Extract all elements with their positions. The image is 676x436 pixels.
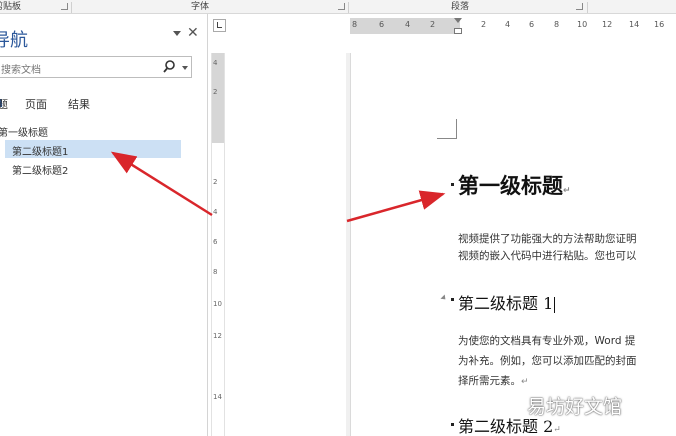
- tab-headings[interactable]: 标题: [0, 96, 8, 112]
- vruler-number: 10: [213, 300, 222, 308]
- hruler-number: 6: [529, 20, 535, 29]
- hruler-number: 10: [577, 20, 588, 29]
- vruler-number: 4: [213, 59, 218, 67]
- ribbon-divider: [348, 2, 349, 13]
- watermark-text: 易坊好文馆: [527, 396, 623, 418]
- tree-item-heading1[interactable]: 第一级标题: [0, 124, 48, 139]
- horizontal-ruler[interactable]: 8 6 4 2 2 4 6 8 10 12 14 16: [350, 18, 676, 34]
- heading2b-text: 第二级标题 2: [458, 417, 554, 436]
- text-cursor: [554, 296, 556, 313]
- vruler-number: 12: [213, 332, 222, 340]
- search-placeholder: 搜索文档: [1, 65, 41, 76]
- heading-bullet: [451, 183, 454, 186]
- ribbon-group-paragraph: 段落: [451, 2, 470, 12]
- heading-bullet: [451, 298, 454, 301]
- paragraph-mark: ↵: [521, 377, 529, 387]
- left-tab-icon: [217, 22, 222, 28]
- paragraph-1-line-1[interactable]: 视频提供了功能强大的方法帮助您证明: [458, 231, 637, 246]
- close-icon[interactable]: ✕: [187, 25, 199, 41]
- vruler-number: 2: [213, 178, 218, 186]
- tab-results[interactable]: 结果: [68, 96, 90, 112]
- paragraph-mark: ↵: [563, 186, 571, 196]
- tree-item-heading2-1[interactable]: 第二级标题1: [12, 143, 68, 158]
- hruler-number: 2: [481, 20, 487, 29]
- document-heading-2a[interactable]: 第二级标题 1: [458, 290, 556, 314]
- document-heading-1[interactable]: 第一级标题↵: [458, 170, 571, 200]
- paragraph-2-line-3[interactable]: 择所需元素。↵: [458, 373, 529, 388]
- navigation-pane: 导航 ✕ 搜索文档 标题 页面 结果 第一级标题 第二级标题1 第二级标题2: [0, 14, 208, 436]
- vruler-number: 2: [213, 88, 218, 96]
- hruler-number: 14: [629, 20, 640, 29]
- tab-selector-button[interactable]: [213, 19, 226, 32]
- hruler-number: 4: [505, 20, 511, 29]
- hruler-number: 12: [602, 20, 613, 29]
- ribbon-divider: [587, 2, 588, 13]
- tab-pages[interactable]: 页面: [25, 96, 47, 112]
- search-options-chevron-icon[interactable]: [182, 66, 188, 70]
- search-icon[interactable]: [162, 58, 180, 76]
- hruler-number: 2: [430, 20, 436, 29]
- vruler-number: 14: [213, 393, 222, 401]
- hruler-number: 4: [405, 20, 411, 29]
- paragraph-1-line-2[interactable]: 视频的嵌入代码中进行粘贴。您也可以: [458, 248, 637, 263]
- ribbon-divider: [71, 2, 72, 13]
- font-launcher-icon[interactable]: [338, 3, 345, 10]
- workspace-gap: [209, 14, 350, 436]
- tree-item-heading2-2[interactable]: 第二级标题2: [12, 162, 68, 177]
- clipboard-launcher-icon[interactable]: [61, 3, 68, 10]
- hruler-number: 16: [654, 20, 665, 29]
- ribbon-group-font: 字体: [191, 2, 210, 12]
- heading2a-text: 第二级标题 1: [458, 294, 554, 313]
- vruler-number: 6: [213, 238, 218, 246]
- vruler-number: 8: [213, 268, 218, 276]
- vruler-number: 4: [213, 208, 218, 216]
- paragraph-2-line-1[interactable]: 为使您的文档具有专业外观，Word 提: [458, 333, 635, 348]
- chevron-down-icon[interactable]: [173, 31, 181, 36]
- left-indent-marker[interactable]: [454, 28, 462, 34]
- heading1-text: 第一级标题: [458, 174, 563, 198]
- ribbon-group-clipboard: 剪贴板: [0, 2, 22, 12]
- search-input[interactable]: 搜索文档: [0, 56, 192, 78]
- paragraph-2-line-2[interactable]: 为补充。例如，您可以添加匹配的封面: [458, 353, 637, 368]
- hruler-number: 6: [379, 20, 385, 29]
- paragraph-mark: ↵: [553, 425, 561, 435]
- margin-crop-mark: [437, 119, 457, 139]
- hruler-number: 8: [352, 20, 358, 29]
- ribbon-group-bar: 剪贴板 字体 段落: [0, 0, 676, 14]
- hruler-number: 8: [554, 20, 560, 29]
- first-line-indent-marker[interactable]: [454, 18, 462, 23]
- paragraph-launcher-icon[interactable]: [576, 3, 583, 10]
- heading-bullet: [451, 423, 454, 426]
- para2-line3-text: 择所需元素。: [458, 375, 521, 387]
- vertical-ruler[interactable]: 4 2 2 4 6 8 10 12 14: [211, 53, 225, 436]
- nav-pane-title: 导航: [0, 30, 28, 51]
